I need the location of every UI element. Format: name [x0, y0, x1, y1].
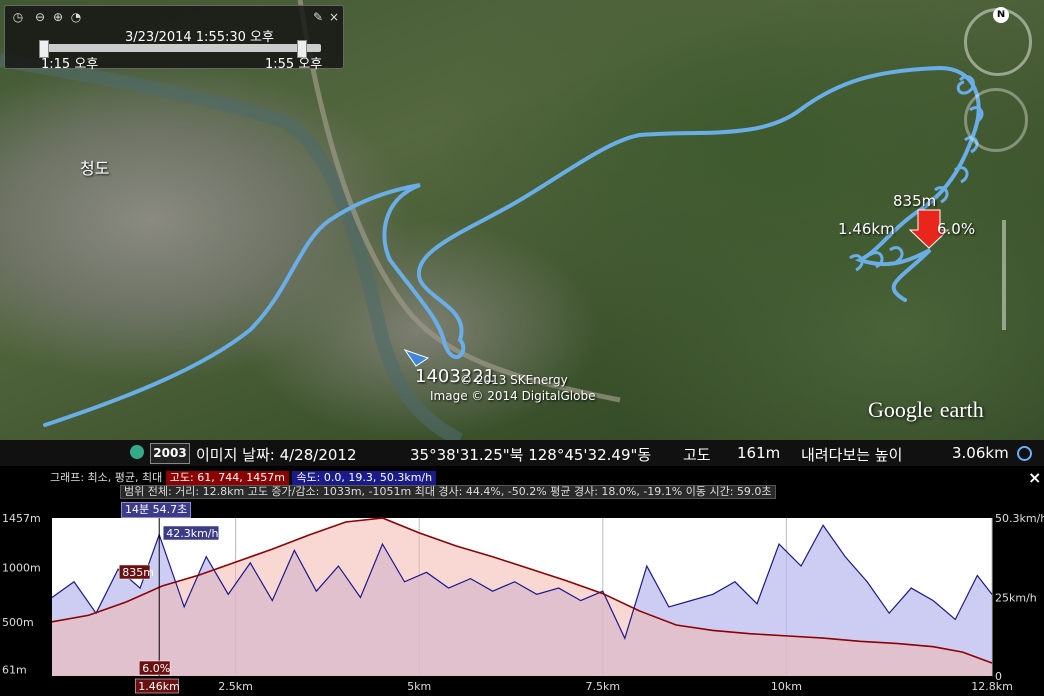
- logo-earth: earth: [939, 397, 984, 422]
- settings-icon[interactable]: ✎: [311, 10, 325, 24]
- look-control[interactable]: [964, 8, 1032, 76]
- close-icon[interactable]: ×: [327, 10, 341, 24]
- x-tick-label: 12.8km: [971, 680, 1013, 693]
- place-label[interactable]: 청도: [80, 155, 109, 179]
- cursor-elevation-label: 835m: [122, 566, 154, 579]
- left-axis-tick-label: 61m: [2, 663, 27, 676]
- right-axis-tick-label: 25km/h: [995, 591, 1037, 604]
- copyright-2: Image © 2014 DigitalGlobe: [430, 389, 596, 403]
- logo-google: Google: [868, 397, 933, 422]
- streaming-indicator-icon: [1017, 446, 1032, 461]
- time-slider-track[interactable]: [39, 40, 321, 58]
- imagery-date: 이미지 날짜: 4/28/2012: [196, 446, 357, 464]
- cursor-speed-label: 42.3km/h: [166, 527, 218, 540]
- camera-arrow-icon: [403, 349, 430, 367]
- map-view[interactable]: ◷ ⊖ ⊕ ◔ ✎ × 3/23/2014 1:55:30 오후 1:15 오후…: [0, 0, 1044, 440]
- current-time: 3/23/2014 1:55:30 오후: [125, 30, 274, 45]
- zoom-slider[interactable]: [1002, 220, 1006, 330]
- left-axis-tick-label: 1000m: [2, 562, 41, 575]
- elevation-label: 고도: [683, 446, 711, 464]
- play-icon[interactable]: ◔: [69, 10, 83, 24]
- profile-chart[interactable]: 2.5km 5km 7.5km 10km 12.8km 1457m 1000m 500m 61m…: [0, 466, 1044, 696]
- marker-elevation: 835m: [893, 192, 937, 210]
- historical-imagery-icon[interactable]: [130, 445, 144, 459]
- move-control[interactable]: [964, 88, 1028, 152]
- x-tick-label: 10km: [771, 680, 802, 693]
- left-axis-tick-label: 500m: [2, 616, 34, 629]
- zoom-out-icon[interactable]: ⊖: [33, 10, 47, 24]
- x-tick-label: 7.5km: [585, 680, 620, 693]
- cursor-distance-label: 1.46km: [138, 680, 180, 693]
- coordinates: 35°38'31.25"북 128°45'32.49"동: [410, 446, 652, 464]
- clock-icon[interactable]: ◷: [11, 10, 25, 24]
- time-start-label: 1:15 오후: [41, 57, 99, 72]
- marker-grade: 6.0%: [937, 220, 976, 238]
- zoom-in-icon[interactable]: ⊕: [51, 10, 65, 24]
- left-axis-tick-label: 1457m: [2, 512, 41, 525]
- elevation-profile-panel: × 그래프: 최소, 평균, 최대 고도: 61, 744, 1457m 속도:…: [0, 466, 1044, 696]
- copyright-1: © 2013 SKEnergy: [460, 373, 568, 387]
- river: [0, 53, 464, 440]
- right-axis-tick-label: 50.3km/h: [995, 512, 1044, 525]
- time-slider-panel: ◷ ⊖ ⊕ ◔ ✎ × 3/23/2014 1:55:30 오후 1:15 오후…: [4, 5, 344, 72]
- x-tick-label: 5km: [407, 680, 431, 693]
- marker-distance: 1.46km: [838, 220, 895, 238]
- imagery-year[interactable]: 2003: [150, 443, 190, 464]
- eye-altitude-value: 3.06km: [952, 444, 1009, 462]
- right-axis-tick-label: 0: [995, 670, 1002, 683]
- time-end-label: 1:55 오후: [265, 57, 323, 72]
- cursor-grade-label: 6.0%: [142, 662, 170, 675]
- google-earth-logo: Google earth: [868, 393, 984, 425]
- track-loops: [849, 75, 984, 272]
- elevation-value: 161m: [737, 444, 781, 462]
- x-tick-label: 2.5km: [218, 680, 253, 693]
- status-bar: 2003 이미지 날짜: 4/28/2012 35°38'31.25"북 128…: [0, 440, 1044, 466]
- eye-altitude-label: 내려다보는 높이: [801, 446, 903, 464]
